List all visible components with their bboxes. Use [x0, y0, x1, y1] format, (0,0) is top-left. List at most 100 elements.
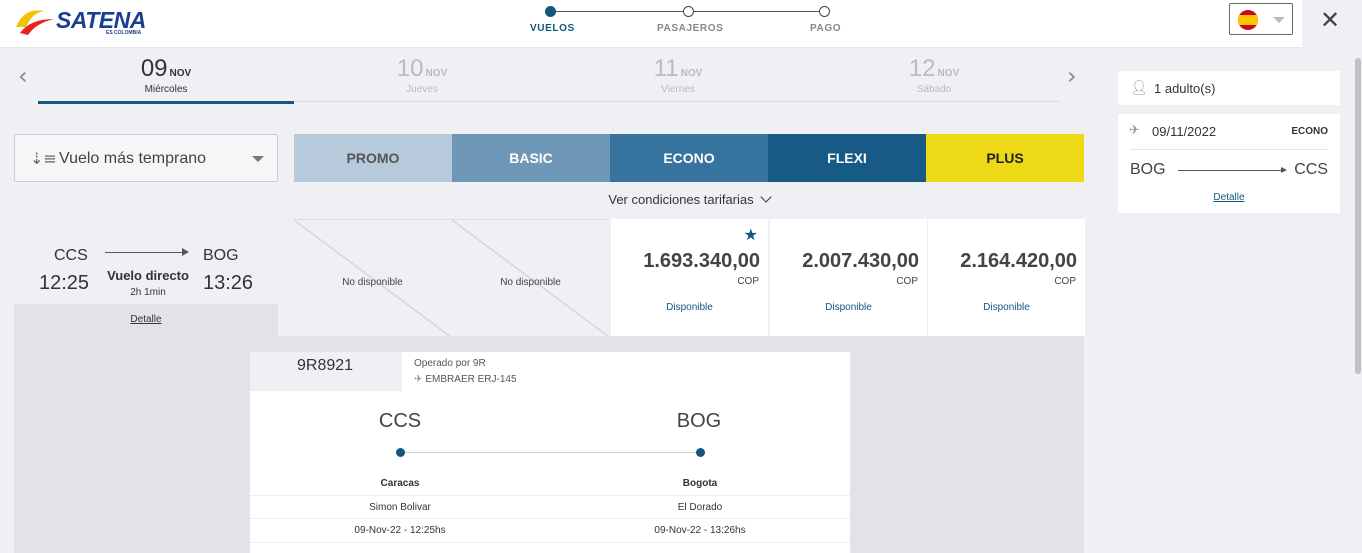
satena-logo[interactable]: SATENA ES COLOMBIA: [14, 5, 154, 37]
chevron-down-icon: [759, 191, 772, 203]
flight-summary: CCS 12:25 BOG 13:26 Vuelo directo 2h 1mi…: [14, 219, 278, 304]
flight-number: 9R8921: [297, 357, 354, 374]
fare-cell-basic: No disponible: [452, 219, 609, 337]
flight-detail-link[interactable]: Detalle: [130, 314, 161, 325]
detail-origin-code: CCS: [378, 410, 422, 432]
route-line: [1178, 170, 1283, 171]
flight-detail-card: 9R8921 Operado por 9R ✈ EMBRAER ERJ-145 C…: [250, 352, 850, 553]
step-label-pago: PAGO: [810, 23, 842, 34]
route-line: [400, 452, 700, 453]
date-weekday: Miércoles: [144, 84, 188, 95]
date-day: 09: [140, 55, 168, 82]
date-weekday: Sábado: [916, 84, 952, 95]
step-label-vuelos: VUELOS: [530, 23, 575, 34]
date-day: 10: [396, 55, 424, 82]
sort-selected-value: Vuelo más temprano: [59, 150, 207, 167]
date-weekday: Jueves: [406, 84, 438, 95]
passenger-summary[interactable]: 👤︎ 1 adulto(s): [1118, 71, 1340, 105]
date-tab[interactable]: 11 NOV Viernes: [550, 55, 806, 104]
date-day: 12: [908, 55, 936, 82]
trip-from: BOG: [1130, 161, 1166, 178]
fare-tab-plus[interactable]: PLUS: [926, 134, 1084, 182]
divider: [250, 518, 850, 519]
fare-tab-flexi[interactable]: FLEXI: [768, 134, 926, 182]
route-line: [105, 252, 185, 253]
flight-departure-time: 12:25: [39, 272, 90, 294]
fare-status: Disponible: [983, 302, 1030, 313]
sort-icon: ⇣≡: [30, 149, 57, 168]
date-tab[interactable]: 10 NOV Jueves: [294, 55, 550, 104]
destination-city: Bogota: [682, 478, 718, 489]
fare-currency: COP: [896, 276, 918, 287]
date-day: 11: [653, 55, 679, 82]
fare-price: 1.693.340,00: [643, 250, 760, 272]
fare-currency: COP: [737, 276, 759, 287]
date-weekday: Viernes: [661, 84, 695, 95]
header: SATENA ES COLOMBIA VUELOS PASAJEROS PAGO: [0, 0, 1302, 47]
flight-arrival-time: 13:26: [203, 272, 254, 294]
date-tab[interactable]: 09 NOV Miércoles: [38, 55, 294, 104]
flight-origin-code: CCS: [54, 247, 88, 264]
trip-detail-link[interactable]: Detalle: [1118, 192, 1340, 203]
fare-cell-plus[interactable]: 2.164.420,00 COP Disponible: [928, 219, 1085, 336]
aircraft-row: ✈ EMBRAER ERJ-145: [414, 374, 517, 385]
prev-date-arrow-icon[interactable]: ‹: [18, 64, 28, 88]
trip-to: CCS: [1294, 161, 1328, 178]
step-connector: [694, 11, 822, 12]
fare-status: No disponible: [500, 277, 561, 288]
chevron-down-icon: [1273, 17, 1285, 23]
fare-status: No disponible: [342, 277, 403, 288]
destination-dot: [696, 448, 705, 457]
airplane-icon: ✈: [1129, 123, 1140, 138]
fare-cell-flexi[interactable]: 2.007.430,00 COP Disponible: [770, 219, 927, 336]
scrollbar[interactable]: [1355, 58, 1361, 374]
detail-destination-code: BOG: [676, 410, 722, 432]
date-tab[interactable]: 12 NOV Sábado: [806, 55, 1062, 104]
step-label-pasajeros: PASAJEROS: [657, 23, 724, 34]
close-icon[interactable]: ✕: [1320, 8, 1340, 32]
divider: [1130, 149, 1328, 150]
fare-conditions-label: Ver condiciones tarifarias: [608, 192, 754, 207]
passenger-count: 1 adulto(s): [1154, 81, 1216, 96]
origin-dot: [396, 448, 405, 457]
fare-tab-promo[interactable]: PROMO: [294, 134, 452, 182]
step-dot-pasajeros: [683, 6, 694, 17]
fare-tab-basic[interactable]: BASIC: [452, 134, 610, 182]
fare-cell-econo[interactable]: ★ 1.693.340,00 COP Disponible: [611, 219, 768, 336]
language-selector[interactable]: [1229, 3, 1293, 35]
flight-detail-toggle[interactable]: Detalle: [14, 304, 278, 336]
step-dot-pago: [819, 6, 830, 17]
arrow-right-icon: [1281, 167, 1287, 173]
trip-class: ECONO: [1291, 126, 1328, 137]
arrow-right-icon: [182, 248, 189, 256]
chevron-down-icon: [252, 156, 264, 162]
origin-airport: Simon Bolivar: [369, 502, 431, 513]
airplane-icon: ✈: [414, 374, 423, 385]
divider: [250, 542, 850, 543]
fare-cell-promo: No disponible: [294, 219, 451, 337]
divider: [250, 495, 850, 496]
step-dot-vuelos: [545, 6, 556, 17]
sort-dropdown[interactable]: ⇣≡ Vuelo más temprano: [14, 134, 278, 182]
operated-by: Operado por 9R: [414, 358, 486, 369]
logo-tagline: ES COLOMBIA: [106, 30, 142, 36]
trip-date: 09/11/2022: [1152, 124, 1217, 139]
fare-status: Disponible: [825, 302, 872, 313]
close-panel: ✕: [1302, 0, 1362, 47]
fare-price: 2.164.420,00: [960, 250, 1077, 272]
trip-summary: ✈ 09/11/2022 ECONO BOG CCS Detalle: [1118, 114, 1340, 213]
date-month: NOV: [937, 68, 960, 79]
aircraft-model: EMBRAER ERJ-145: [425, 374, 517, 385]
destination-datetime: 09-Nov-22 - 13:26hs: [654, 525, 746, 536]
destination-airport: El Dorado: [677, 502, 723, 513]
fare-status: Disponible: [666, 302, 713, 313]
step-connector: [550, 11, 688, 12]
fare-conditions-toggle[interactable]: Ver condiciones tarifarias: [294, 191, 1084, 207]
fare-tab-econo[interactable]: ECONO: [610, 134, 768, 182]
person-icon: 👤︎: [1130, 80, 1148, 96]
next-date-arrow-icon[interactable]: ›: [1067, 64, 1077, 88]
progress-steps: VUELOS PASAJEROS PAGO: [520, 6, 860, 41]
fare-price: 2.007.430,00: [802, 250, 919, 272]
date-month: NOV: [680, 68, 703, 79]
flight-number-box: 9R8921: [250, 352, 402, 391]
